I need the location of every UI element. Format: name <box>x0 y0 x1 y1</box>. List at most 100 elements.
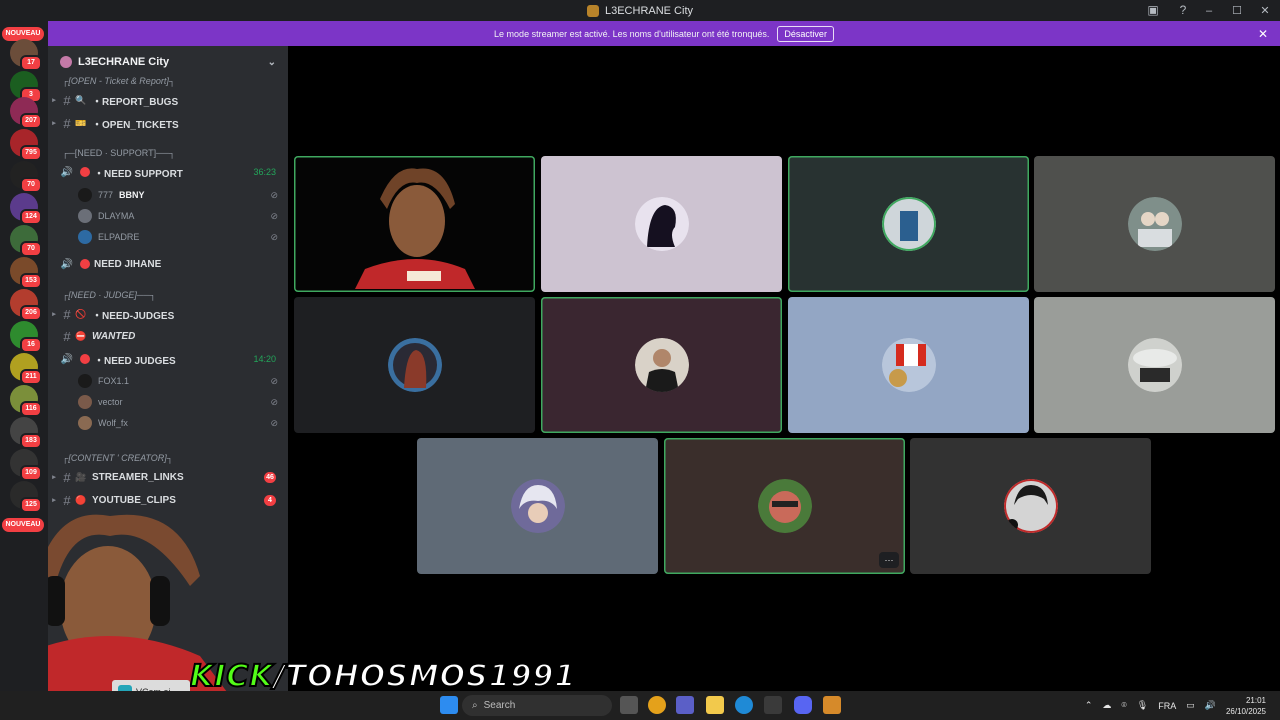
category-open[interactable]: ┌[OPEN - Ticket & Report]┐ <box>62 76 175 86</box>
participant-tile[interactable] <box>788 156 1029 292</box>
voice-member[interactable]: 777 BBNY ⊘ <box>78 186 278 204</box>
hash-icon: # <box>63 92 71 108</box>
server-icon-5[interactable]: 70 <box>10 161 42 193</box>
display-icon[interactable]: ▭ <box>1186 700 1195 711</box>
member-name: 777 <box>98 190 114 200</box>
language-indicator[interactable]: FRA <box>1158 701 1176 711</box>
server-icon-3[interactable]: 207 <box>10 97 42 129</box>
server-icon-12[interactable]: 116 <box>10 385 42 417</box>
voice-channel-need-judges[interactable]: 🔊 ・NEED JUDGES 14:20 <box>48 349 288 369</box>
participant-tile-video[interactable] <box>294 156 535 292</box>
participant-tile[interactable] <box>1034 156 1275 292</box>
server-avatar-icon <box>60 56 72 68</box>
voice-channel-need-jihane[interactable]: 🔊 NEED JIHANE <box>48 254 288 274</box>
taskbar-search[interactable]: ⌕ Search <box>462 695 612 716</box>
participant-tile[interactable] <box>417 438 658 574</box>
chevron-up-icon[interactable]: ⌃ <box>1085 700 1093 711</box>
voice-channel-need-support[interactable]: 🔊 ・NEED SUPPORT 36:23 <box>48 162 288 182</box>
participant-tile[interactable] <box>1034 297 1275 433</box>
avatar <box>1003 479 1058 533</box>
server-icon-7[interactable]: 70 <box>10 225 42 257</box>
speaker-icon: 🔊 <box>60 258 74 270</box>
voice-member[interactable]: DLAYMA ⊘ <box>78 207 278 225</box>
microphone-icon[interactable]: 🎙 <box>1137 700 1148 711</box>
banner-close-icon[interactable]: ✕ <box>1258 27 1268 41</box>
muted-icon: ⊘ <box>270 210 278 221</box>
server-icon-10[interactable]: 16 <box>10 321 42 353</box>
close-window-button[interactable]: ✕ <box>1258 4 1272 17</box>
channel-need-judges[interactable]: ▸ # 🚫 ・NEED-JUDGES <box>48 304 288 324</box>
server-icon-13[interactable]: 183 <box>10 417 42 449</box>
participant-tile[interactable] <box>541 297 782 433</box>
server-icon-15[interactable]: 125 <box>10 481 42 513</box>
category-judge[interactable]: ┌[NEED · JUDGE]──┐ <box>62 290 156 300</box>
voice-member[interactable]: ELPADRE ⊘ <box>78 228 278 246</box>
voice-timer: 36:23 <box>253 167 276 177</box>
channel-report-bugs[interactable]: ▸ # 🔍 ・REPORT_BUGS <box>48 90 288 110</box>
search-icon: ⌕ <box>472 700 478 711</box>
voice-member[interactable]: vector ⊘ <box>78 393 278 411</box>
speaker-icon: 🔊 <box>60 166 74 178</box>
server-icon-2[interactable]: 3 <box>10 71 42 103</box>
ticket-icon: 🎫 <box>75 117 87 128</box>
clock[interactable]: 21:01 26/10/2025 <box>1226 695 1266 717</box>
avatar <box>634 197 689 251</box>
server-icon-14[interactable]: 109 <box>10 449 42 481</box>
avatar <box>78 188 92 202</box>
server-icon-1[interactable]: 17 <box>10 39 42 71</box>
chrome-icon[interactable] <box>648 696 666 714</box>
server-icon-4[interactable]: 795 <box>10 129 42 161</box>
participant-tile[interactable] <box>541 156 782 292</box>
help-icon[interactable]: ? <box>1176 3 1190 17</box>
server-icon-8[interactable]: 153 <box>10 257 42 289</box>
file-explorer-icon[interactable] <box>706 696 724 714</box>
category-support[interactable]: ┌─[NEED · SUPPORT]──┐ <box>62 148 175 158</box>
mention-badge: 207 <box>20 113 42 129</box>
participant-tile[interactable] <box>788 297 1029 433</box>
channel-open-tickets[interactable]: ▸ # 🎫 ・OPEN_TICKETS <box>48 113 288 133</box>
unread-badge: 46 <box>264 471 276 483</box>
red-dot-icon <box>80 354 90 364</box>
window-title: L3ECHRANE City <box>604 4 694 17</box>
channel-wanted[interactable]: # ⛔ WANTED <box>48 326 288 346</box>
server-icon-6[interactable]: 124 <box>10 193 42 225</box>
channel-label: ・NEED JUDGES <box>94 355 176 367</box>
cloud-icon[interactable]: ☁ <box>1102 700 1111 711</box>
voice-member[interactable]: Wolf_fx ⊘ <box>78 414 278 432</box>
avatar <box>78 395 92 409</box>
mention-badge: 70 <box>20 241 42 257</box>
participant-tile[interactable]: ··· <box>664 438 905 574</box>
participant-video <box>354 168 475 289</box>
discord-icon[interactable] <box>794 696 812 714</box>
participant-tile[interactable] <box>910 438 1151 574</box>
server-icon-11[interactable]: 211 <box>10 353 42 385</box>
volume-icon[interactable]: 🔊 <box>1205 700 1216 711</box>
no-entry-icon: ⛔ <box>75 330 87 341</box>
server-header[interactable]: L3ECHRANE City ⌄ <box>48 46 288 78</box>
channel-label: ・OPEN_TICKETS <box>92 119 179 131</box>
chevron-down-icon[interactable]: ⌄ <box>268 57 276 68</box>
channel-arrow-icon: ▸ <box>52 497 56 504</box>
category-content[interactable]: ┌[CONTENT ' CREATOR]┐ <box>62 453 173 463</box>
maximize-button[interactable]: ☐ <box>1230 4 1244 17</box>
minimize-button[interactable]: – <box>1202 5 1216 17</box>
app-icon[interactable] <box>823 696 841 714</box>
avatar <box>1127 338 1182 392</box>
participant-tile[interactable] <box>294 297 535 433</box>
network-icon[interactable]: ⌾ <box>1121 700 1126 711</box>
edge-icon[interactable] <box>735 696 753 714</box>
server-icon-9[interactable]: 206 <box>10 289 42 321</box>
channel-label: ・NEED-JUDGES <box>92 310 175 322</box>
clock-time: 21:01 <box>1245 695 1266 705</box>
store-icon[interactable] <box>764 696 782 714</box>
windows-start-icon[interactable] <box>440 696 458 714</box>
voice-member[interactable]: FOX1.1 ⊘ <box>78 372 278 390</box>
channel-streamer-links[interactable]: ▸ # 🎥 STREAMER_LINKS 46 <box>48 467 288 487</box>
teams-icon[interactable] <box>676 696 694 714</box>
task-view-icon[interactable] <box>620 696 638 714</box>
search-placeholder: Search <box>483 700 516 711</box>
member-name: FOX1.1 <box>98 376 130 386</box>
disable-streamer-mode-button[interactable]: Désactiver <box>777 25 834 42</box>
inbox-icon[interactable]: ▣ <box>1146 3 1160 17</box>
more-options-button[interactable]: ··· <box>879 552 899 568</box>
